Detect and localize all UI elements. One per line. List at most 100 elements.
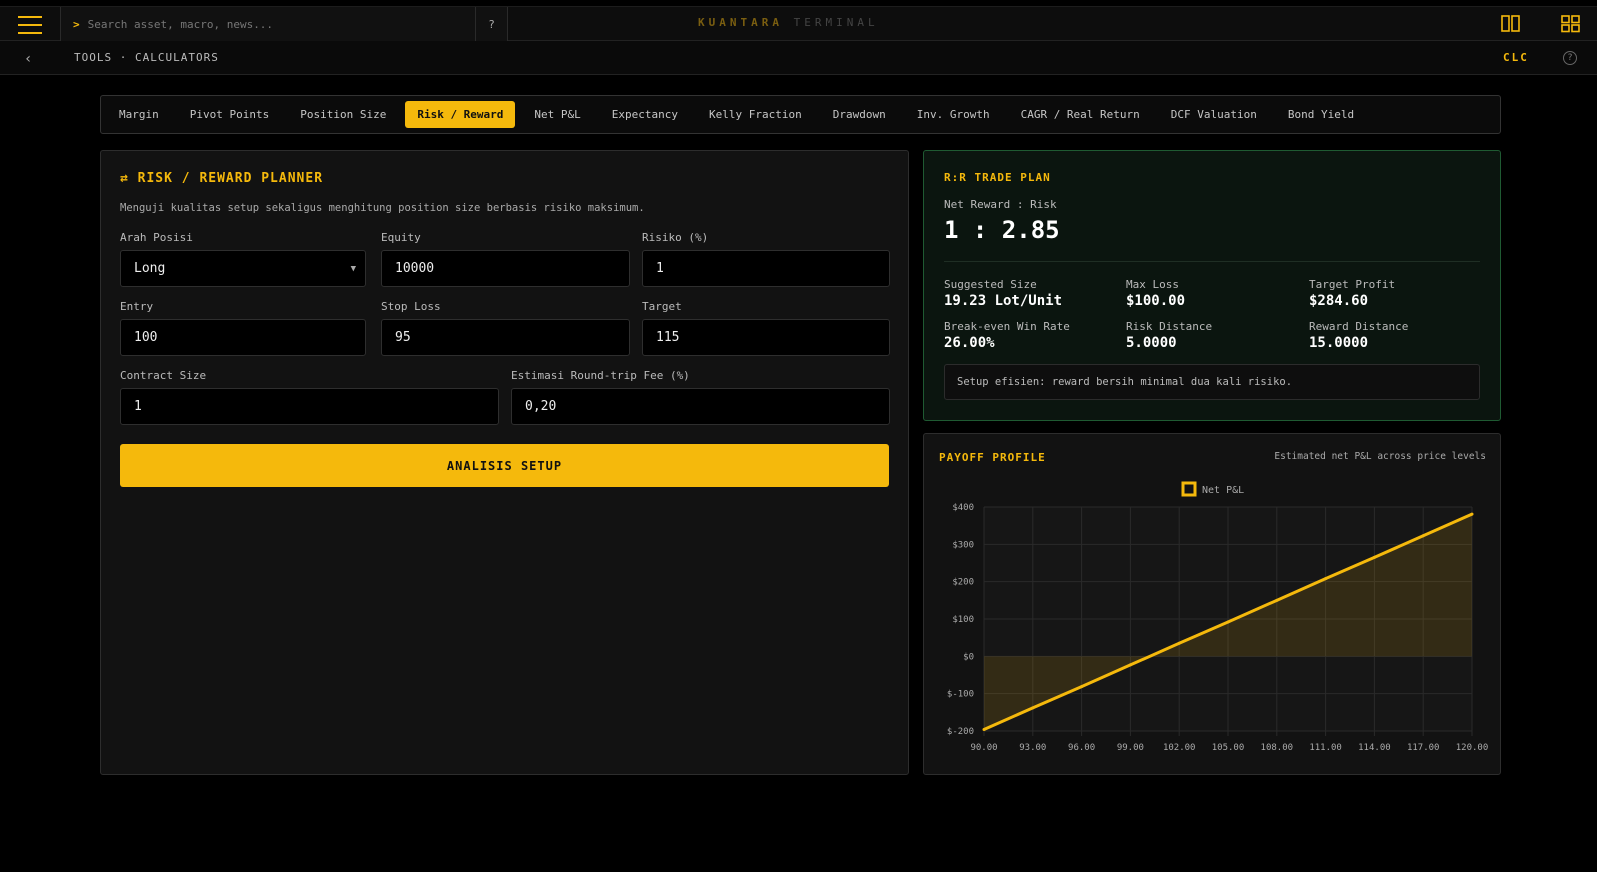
entry-input[interactable]: 100	[120, 319, 366, 356]
x-tick-label: 105.00	[1212, 743, 1245, 753]
x-tick-label: 93.00	[1019, 743, 1046, 753]
y-tick-label: $200	[952, 578, 974, 588]
equity-field: Equity 10000	[381, 231, 630, 287]
max-loss-label: Max Loss	[1126, 278, 1179, 291]
search-bar: > ?	[60, 7, 508, 41]
reward-distance-label: Reward Distance	[1309, 320, 1409, 333]
y-tick-label: $100	[952, 615, 974, 625]
payoff-title: PAYOFF PROFILE	[939, 451, 1046, 464]
app-brand: KUANTARA TERMINAL	[698, 16, 879, 29]
net-pnl-point	[1031, 706, 1035, 710]
tab-position-size[interactable]: Position Size	[288, 101, 398, 128]
payoff-profile-panel: $400 $300 $200 $100 $0 $-100 $-200 90.00 93.00 96…	[923, 433, 1501, 775]
payoff-subtitle: Estimated net P&L across price levels	[1274, 451, 1486, 462]
analyze-setup-button[interactable]: ANALISIS SETUP	[120, 444, 889, 487]
net-pnl-point	[1421, 534, 1425, 538]
net-pnl-point	[1226, 620, 1230, 624]
grid-view-icon[interactable]	[1561, 15, 1581, 33]
breakeven-value: 26.00%	[944, 335, 995, 351]
search-help-button[interactable]: ?	[475, 7, 507, 41]
equity-label: Equity	[381, 231, 421, 244]
fee-input[interactable]: 0,20	[511, 388, 890, 425]
tab-drawdown[interactable]: Drawdown	[821, 101, 898, 128]
back-chevron-icon[interactable]: ‹	[24, 51, 32, 67]
equity-input[interactable]: 10000	[381, 250, 630, 287]
calculator-tabs: Margin Pivot Points Position Size Risk / Re…	[100, 95, 1501, 134]
info-icon[interactable]: ?	[1563, 51, 1577, 65]
tab-net-p-l[interactable]: Net P&L	[522, 101, 592, 128]
breadcrumb-bar: ‹ TOOLS · CALCULATORS CLC ?	[0, 41, 1597, 75]
risk-label: Risiko (%)	[642, 231, 709, 244]
tab-pivot-points[interactable]: Pivot Points	[178, 101, 281, 128]
risk-distance-stat: Risk Distance 5.0000	[1126, 320, 1212, 351]
target-profit-value: $284.60	[1309, 293, 1369, 309]
legend-label: Net P&L	[1202, 485, 1244, 496]
net-pnl-point	[1324, 577, 1328, 581]
risk-reward-planner-panel: ⇄ RISK / REWARD PLANNER Menguji kualitas…	[100, 150, 909, 775]
planner-description: Menguji kualitas setup sekaligus menghit…	[120, 202, 645, 214]
reward-risk-ratio: 1 : 2.85	[944, 216, 1060, 244]
top-bar: > ? KUANTARA TERMINAL	[0, 6, 1597, 41]
risk-field: Risiko (%) 1	[642, 231, 890, 287]
target-input[interactable]: 115	[642, 319, 890, 356]
tab-cagr-real-return[interactable]: CAGR / Real Return	[1009, 101, 1152, 128]
tab-risk-reward[interactable]: Risk / Reward	[405, 101, 516, 128]
x-tick-label: 111.00	[1309, 743, 1342, 753]
breadcrumb: TOOLS · CALCULATORS	[74, 51, 219, 64]
net-pnl-point	[1080, 685, 1084, 689]
target-profit-stat: Target Profit $284.60	[1309, 278, 1395, 309]
planner-title-text: RISK / REWARD PLANNER	[137, 171, 324, 186]
tab-bond-yield[interactable]: Bond Yield	[1276, 101, 1366, 128]
contract-size-input[interactable]: 1	[120, 388, 499, 425]
y-tick-label: $300	[952, 540, 974, 550]
suggested-size-label: Suggested Size	[944, 278, 1037, 291]
suggested-size-stat: Suggested Size 19.23 Lot/Unit	[944, 278, 1062, 309]
divider	[944, 261, 1480, 262]
x-tick-label: 96.00	[1068, 743, 1095, 753]
setup-note: Setup efisien: reward bersih minimal dua…	[944, 364, 1480, 400]
risk-input[interactable]: 1	[642, 250, 890, 287]
net-pnl-point	[1275, 598, 1279, 602]
tab-dcf-valuation[interactable]: DCF Valuation	[1159, 101, 1269, 128]
breakeven-stat: Break-even Win Rate 26.00%	[944, 320, 1070, 351]
stop-loss-input[interactable]: 95	[381, 319, 630, 356]
tab-expectancy[interactable]: Expectancy	[600, 101, 690, 128]
contract-size-field: Contract Size 1	[120, 369, 499, 425]
tab-inv-growth[interactable]: Inv. Growth	[905, 101, 1002, 128]
direction-field: Arah Posisi Long ▼	[120, 231, 366, 287]
trade-plan-panel: R:R TRADE PLAN Net Reward : Risk 1 : 2.8…	[923, 150, 1501, 421]
trade-plan-title: R:R TRADE PLAN	[944, 171, 1051, 184]
tab-kelly-fraction[interactable]: Kelly Fraction	[697, 101, 814, 128]
x-tick-label: 90.00	[970, 743, 997, 753]
brand-primary: KUANTARA	[698, 16, 783, 29]
net-pnl-point	[1128, 663, 1132, 667]
breakeven-label: Break-even Win Rate	[944, 320, 1070, 333]
direction-select[interactable]: Long ▼	[120, 250, 366, 287]
contract-size-label: Contract Size	[120, 369, 207, 382]
x-tick-label: 102.00	[1163, 743, 1196, 753]
tab-margin[interactable]: Margin	[107, 101, 171, 128]
swap-arrows-icon: ⇄	[120, 171, 129, 186]
stop-loss-field: Stop Loss 95	[381, 300, 630, 356]
net-pnl-point	[982, 728, 986, 732]
search-input[interactable]	[87, 17, 468, 31]
target-profit-label: Target Profit	[1309, 278, 1396, 291]
max-loss-stat: Max Loss $100.00	[1126, 278, 1185, 309]
y-tick-label: $-100	[947, 690, 974, 700]
risk-distance-value: 5.0000	[1126, 335, 1177, 351]
ratio-caption: Net Reward : Risk	[944, 198, 1057, 211]
fee-field: Estimasi Round-trip Fee (%) 0,20	[511, 369, 890, 425]
target-field: Target 115	[642, 300, 890, 356]
x-tick-label: 99.00	[1117, 743, 1144, 753]
split-view-icon[interactable]	[1501, 15, 1521, 33]
x-tick-label: 114.00	[1358, 743, 1391, 753]
y-tick-label: $-200	[947, 727, 974, 737]
menu-icon[interactable]	[18, 16, 42, 34]
search-prompt-icon: >	[73, 17, 80, 31]
payoff-chart: $400 $300 $200 $100 $0 $-100 $-200 90.00 93.00 96…	[947, 481, 1489, 753]
stop-loss-label: Stop Loss	[381, 300, 441, 313]
x-tick-label: 120.00	[1456, 743, 1489, 753]
dropdown-caret-icon: ▼	[350, 264, 356, 274]
net-pnl-point	[1470, 512, 1474, 516]
fee-label: Estimasi Round-trip Fee (%)	[511, 369, 690, 382]
